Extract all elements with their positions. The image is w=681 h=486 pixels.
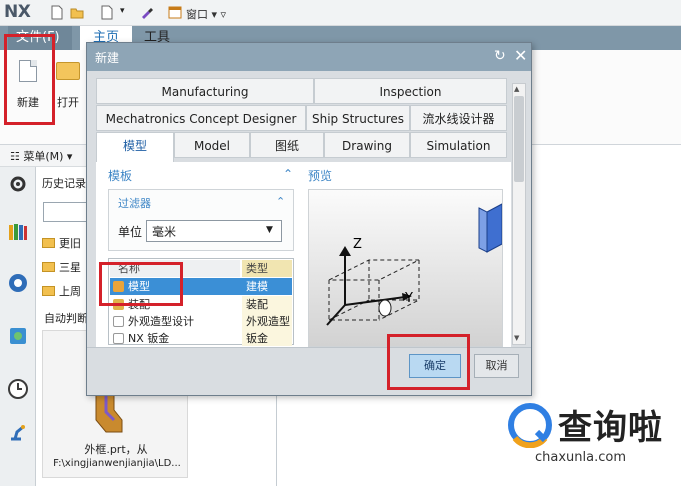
reset-icon[interactable]: ↻	[494, 48, 506, 64]
folder-icon	[42, 238, 55, 248]
folder-icon	[42, 262, 55, 272]
table-row[interactable]: 外观造型设计 外观造型	[110, 313, 292, 330]
tab-model-cn[interactable]: 模型	[96, 132, 174, 163]
history-group-label: 更旧	[59, 237, 81, 250]
tab-inspection[interactable]: Inspection	[314, 78, 507, 104]
window-menu[interactable]: 窗口 ▾ ▿	[186, 6, 226, 22]
highlight-new-button	[4, 34, 55, 125]
new-file-icon[interactable]	[50, 5, 64, 20]
preview-heading: 预览	[308, 169, 333, 183]
cancel-button[interactable]: 取消	[474, 354, 519, 378]
history-group-older[interactable]: 更旧	[42, 234, 81, 254]
open-button-label: 打开	[57, 96, 79, 109]
gear-icon[interactable]	[7, 173, 29, 195]
sheet-metal-icon	[113, 333, 124, 344]
template-type: 钣金	[246, 332, 268, 345]
highlight-model-template	[99, 262, 183, 306]
table-row[interactable]: NX 钣金 钣金	[110, 330, 292, 347]
unit-select-value: 毫米	[152, 225, 177, 239]
history-file-path: F:\xingjianwenjianjia\LD...	[53, 458, 181, 469]
template-name: NX 钣金	[128, 332, 170, 345]
scroll-down-icon[interactable]: ▼	[514, 334, 519, 342]
history-group-samsung[interactable]: 三星	[42, 258, 81, 278]
tab-line-designer[interactable]: 流水线设计器	[410, 105, 507, 131]
tab-model[interactable]: Model	[174, 132, 250, 158]
history-auto-label: 自动判断	[44, 312, 88, 325]
web-browser-icon[interactable]	[7, 272, 29, 294]
chevron-up-icon[interactable]: ⌃	[283, 167, 293, 181]
template-type: 装配	[246, 298, 268, 311]
open-folder-icon	[56, 62, 80, 80]
dialog-scrollbar-thumb[interactable]	[514, 96, 524, 182]
highlight-ok-button	[387, 334, 470, 390]
tab-mechatronics[interactable]: Mechatronics Concept Designer	[96, 105, 306, 131]
roles-icon[interactable]	[7, 325, 29, 347]
nx-logo: NX	[4, 2, 31, 22]
dialog-titlebar[interactable]	[87, 43, 531, 71]
chevron-down-icon[interactable]: ▾	[120, 6, 125, 16]
shape-studio-icon	[113, 316, 124, 327]
history-group-last-week[interactable]: 上周	[42, 282, 81, 302]
template-type: 建模	[246, 280, 268, 293]
history-search-input[interactable]	[43, 202, 88, 222]
tab-drawing-cn[interactable]: 图纸	[250, 132, 324, 158]
templates-heading: 模板	[108, 169, 133, 183]
close-icon[interactable]: ✕	[514, 46, 527, 65]
tab-manufacturing[interactable]: Manufacturing	[96, 78, 314, 104]
open-button[interactable]: 打开	[54, 60, 82, 116]
template-name: 外观造型设计	[128, 315, 194, 328]
history-clock-icon[interactable]	[7, 378, 29, 400]
column-header-type[interactable]: 类型	[242, 260, 292, 277]
axis-z-label: Z	[353, 237, 362, 252]
unit-label: 单位	[118, 225, 143, 239]
history-group-label: 上周	[59, 285, 81, 298]
watermark-text: 查询啦	[558, 408, 663, 448]
robot-arm-icon[interactable]	[7, 420, 29, 442]
window-icon[interactable]	[168, 5, 182, 20]
history-file-name: 外框.prt，从	[84, 443, 148, 456]
preview-axes-graphic: Z Y	[326, 203, 502, 326]
tab-simulation[interactable]: Simulation	[410, 132, 507, 158]
part-navigator-icon[interactable]	[7, 221, 29, 243]
watermark-url: chaxunla.com	[535, 450, 626, 465]
menu-dropdown[interactable]: ☷ 菜单(M) ▾	[10, 148, 72, 164]
history-group-label: 三星	[59, 261, 81, 274]
tab-drawing[interactable]: Drawing	[324, 132, 410, 158]
brush-icon[interactable]	[140, 5, 154, 20]
filter-heading: 过滤器	[118, 197, 151, 210]
tab-ship-structures[interactable]: Ship Structures	[306, 105, 410, 131]
chevron-up-icon[interactable]: ⌃	[276, 195, 285, 208]
open-folder-icon	[42, 286, 55, 296]
dialog-title: 新建	[95, 51, 120, 65]
template-type: 外观造型	[246, 315, 290, 328]
watermark-logo	[508, 403, 552, 448]
history-title: 历史记录	[42, 177, 86, 190]
chevron-down-icon[interactable]: ▼	[266, 225, 273, 235]
scroll-up-icon[interactable]: ▲	[514, 85, 519, 93]
axis-y-label: Y	[404, 291, 413, 306]
open-folder-icon[interactable]	[70, 5, 84, 20]
new-document-icon[interactable]	[100, 5, 114, 20]
